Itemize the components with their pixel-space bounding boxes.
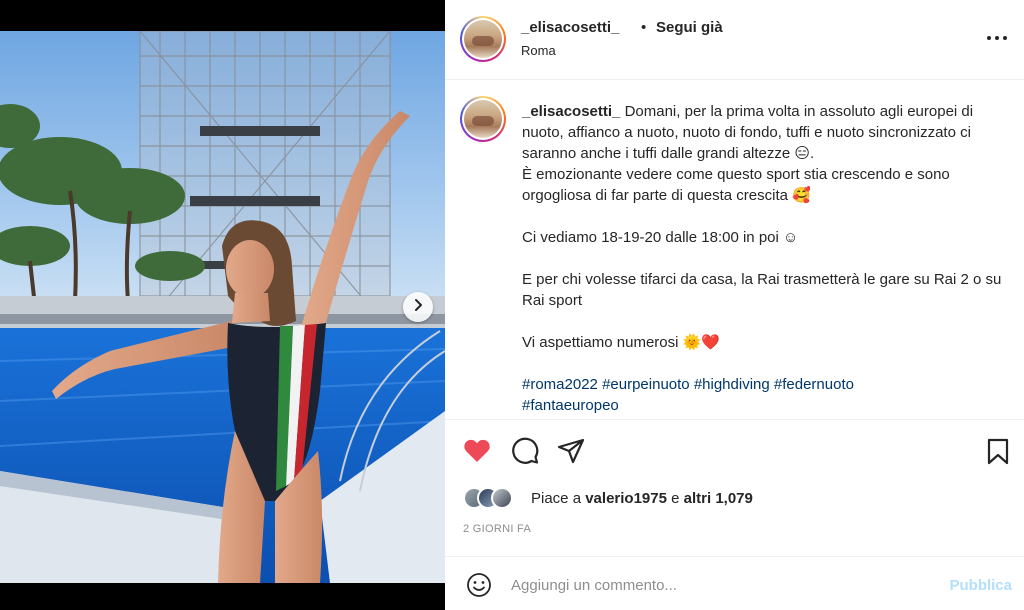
- post-username[interactable]: _elisacosetti_: [521, 19, 619, 36]
- caption-avatar[interactable]: [460, 96, 506, 142]
- caption-text: _elisacosetti_ Domani, per la prima volt…: [522, 101, 1012, 416]
- share-button[interactable]: [556, 436, 586, 466]
- post-timestamp[interactable]: 2 GIORNI FA: [463, 523, 531, 535]
- post-photo[interactable]: [0, 31, 445, 583]
- heart-filled-icon: [462, 439, 492, 470]
- caption-username[interactable]: _elisacosetti_: [522, 103, 620, 120]
- hashtag-link[interactable]: #eurpeinuoto: [602, 376, 690, 393]
- hashtag-link[interactable]: #highdiving: [694, 376, 770, 393]
- comment-button[interactable]: [510, 436, 540, 466]
- caption-paragraph: Ci vediamo 18-19-20 dalle 18:00 in poi ☺: [522, 229, 799, 246]
- paper-plane-icon: [556, 438, 586, 470]
- following-button[interactable]: Segui già: [656, 19, 723, 36]
- likes-prefix: Piace a: [531, 490, 582, 507]
- hashtag-link[interactable]: #federnuoto: [774, 376, 854, 393]
- avatar: [491, 487, 513, 509]
- hashtag-link[interactable]: #fantaeuropeo: [522, 397, 619, 414]
- hashtag-list: #roma2022 #eurpeinuoto #highdiving #fede…: [522, 374, 1012, 416]
- bookmark-icon: [983, 438, 1013, 470]
- publish-button[interactable]: Pubblica: [932, 577, 1012, 594]
- chevron-right-icon: [411, 298, 425, 317]
- comment-icon: [510, 437, 540, 470]
- post-header: _elisacosetti_ • Segui già Roma: [445, 0, 1024, 80]
- caption-paragraph: Vi aspettiamo numerosi 🌞❤️: [522, 334, 720, 351]
- hashtag-link[interactable]: #roma2022: [522, 376, 598, 393]
- likes-count[interactable]: altri 1,079: [684, 490, 753, 507]
- post-location[interactable]: Roma: [521, 43, 556, 58]
- liker-username[interactable]: valerio1975: [585, 490, 667, 507]
- caption-paragraph: È emozionante vedere come questo sport s…: [522, 166, 950, 204]
- avatar[interactable]: [460, 16, 506, 62]
- likes-summary: Piace a valerio1975 e altri 1,079: [531, 490, 753, 507]
- emoji-button[interactable]: [466, 572, 492, 598]
- liker-avatars[interactable]: [463, 487, 523, 511]
- next-photo-button[interactable]: [403, 292, 433, 322]
- save-button[interactable]: [983, 436, 1013, 466]
- post-side-panel: _elisacosetti_ • Segui già Roma _elisaco…: [445, 0, 1024, 610]
- post-media: [0, 0, 445, 610]
- caption-paragraph: E per chi volesse tifarci da casa, la Ra…: [522, 271, 1002, 309]
- likes-conjunction: e: [671, 490, 680, 507]
- comment-input[interactable]: [511, 573, 911, 597]
- like-button[interactable]: [462, 436, 492, 466]
- separator-dot: •: [641, 19, 647, 36]
- post-actions: Piace a valerio1975 e altri 1,079 2 GIOR…: [445, 419, 1024, 549]
- smiley-icon: [466, 573, 492, 602]
- instagram-post: _elisacosetti_ • Segui già Roma _elisaco…: [0, 0, 1024, 610]
- caption-section: _elisacosetti_ Domani, per la prima volt…: [445, 81, 1024, 418]
- comment-bar: Pubblica: [445, 556, 1024, 610]
- more-dots-icon: [985, 35, 1009, 52]
- more-options-button[interactable]: [985, 28, 1009, 48]
